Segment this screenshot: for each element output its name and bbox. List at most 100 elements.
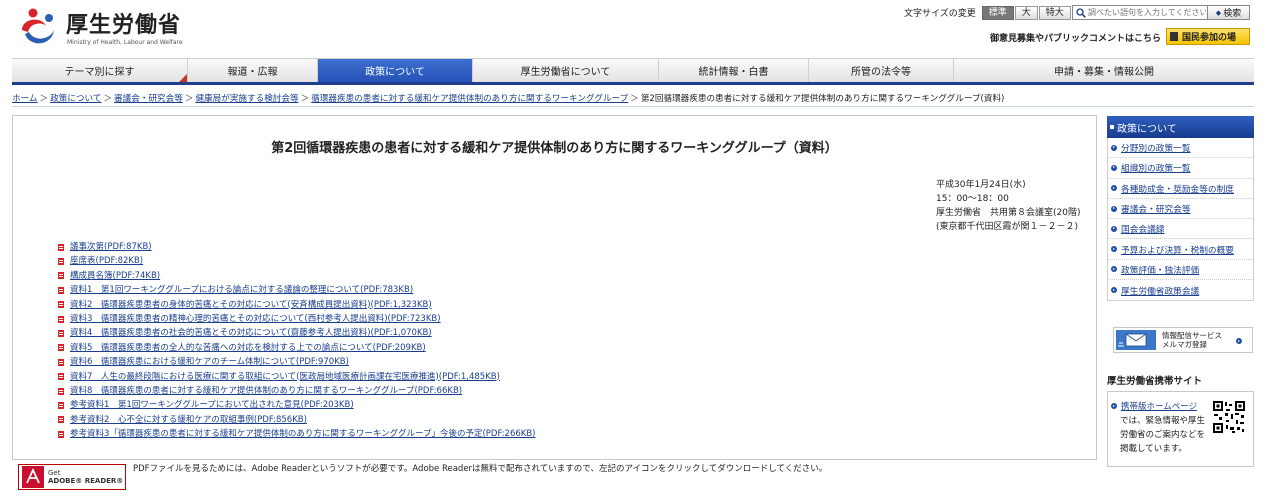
participate-label: 国民参加の場: [1182, 33, 1237, 43]
sidebar-item[interactable]: 分野別の政策一覧: [1108, 138, 1253, 159]
logo-title: 厚生労働省: [66, 12, 182, 38]
mobile-site-box: 携帯版ホームページ では、緊急情報や厚生労働省のご案内などを掲載しています。: [1107, 391, 1254, 467]
breadcrumb: ホーム ＞ 政策について ＞ 審議会・研究会等 ＞ 健康局が実施する検討会等 ＞…: [12, 91, 1254, 105]
nav-label: 政策について: [365, 67, 425, 78]
document-link[interactable]: 構成員名簿(PDF:74KB): [70, 269, 160, 283]
sidebar: 政策について 分野別の政策一覧 組織別の政策一覧 各種助成金・奨励金等の制度 審議会・…: [1107, 116, 1254, 302]
document-link[interactable]: 資料4 循環器疾患患者の社会的苦痛とその対応について(齋藤参考人提出資料)(PD…: [70, 326, 432, 340]
document-link[interactable]: 参考資料1 第1回ワーキンググループにおいて出された意見(PDF:203KB): [70, 398, 354, 412]
breadcrumb-link-home[interactable]: ホーム: [12, 92, 38, 104]
sidebar-header-label: 政策について: [1117, 123, 1177, 135]
arrow-bullet-icon: [1111, 403, 1117, 409]
nav-policy[interactable]: 政策について: [318, 59, 473, 82]
document-list-item: 資料5 循環器疾患患者の全人的な苦痛への対応を検討する上での論点について(PDF…: [58, 341, 536, 355]
mail-magazine-line1: 情報配信サービス: [1162, 331, 1222, 340]
document-list-item: 資料2 循環器疾患患者の身体的苦痛とその対応について(安斉構成員提出資料)(PD…: [58, 298, 536, 312]
document-link[interactable]: 参考資料2 心不全に対する緩和ケアの取組事例(PDF:856KB): [70, 413, 307, 427]
adobe-reader-text: Get ADOBE® READER®: [48, 469, 123, 485]
meeting-info: 平成30年1月24日(水) 15：00～18：00 厚生労働省 共用第８会議室(…: [936, 178, 1096, 234]
pdf-icon: [58, 430, 64, 438]
nav-applications[interactable]: 申請・募集・情報公開: [954, 59, 1254, 82]
mail-magazine-banner[interactable]: 情報配信サービス メルマガ登録: [1113, 327, 1253, 353]
nav-about[interactable]: 厚生労働省について: [473, 59, 659, 82]
document-list-item: 資料4 循環器疾患患者の社会的苦痛とその対応について(齋藤参考人提出資料)(PD…: [58, 326, 536, 340]
arrow-bullet-icon: [1111, 185, 1117, 192]
sidebar-item[interactable]: 政策評価・独法評価: [1108, 260, 1253, 281]
nav-theme[interactable]: テーマ別に探す: [12, 59, 188, 82]
site-header: 厚生労働省 Ministry of Health, Labour and Wel…: [0, 0, 1266, 56]
sidebar-header[interactable]: 政策について: [1107, 116, 1254, 138]
document-link[interactable]: 資料7 人生の最終段階における医療に関する取組について(医政局地域医療計画課在宅…: [70, 370, 500, 384]
mobile-site-title: 厚生労働省携帯サイト: [1107, 373, 1254, 392]
page-title: 第2回循環器疾患の患者に対する緩和ケア提供体制のあり方に関するワーキンググループ…: [271, 141, 838, 156]
document-list-item: 参考資料1 第1回ワーキンググループにおいて出された意見(PDF:203KB): [58, 398, 536, 412]
pdf-icon: [58, 344, 64, 352]
get-adobe-reader-button[interactable]: Get ADOBE® READER®: [18, 464, 126, 490]
nav-press[interactable]: 報道・広報: [188, 59, 318, 82]
font-size-standard-button[interactable]: 標準: [981, 5, 1014, 20]
breadcrumb-separator: ＞: [630, 94, 639, 104]
search-button[interactable]: ◆ 検索: [1208, 5, 1250, 20]
meeting-address: (東京都千代田区霞が関１－２－２): [936, 222, 1079, 232]
pdf-icon: [58, 330, 64, 338]
sidebar-item-label: 政策評価・独法評価: [1121, 265, 1200, 276]
mail-magazine-line2: メルマガ登録: [1162, 340, 1207, 349]
sidebar-item[interactable]: 厚生労働省政策会議: [1108, 280, 1253, 300]
breadcrumb-link-councils[interactable]: 審議会・研究会等: [114, 92, 183, 104]
arrow-bullet-icon: [1111, 287, 1117, 294]
participate-button[interactable]: 国民参加の場: [1166, 28, 1250, 45]
breadcrumb-link-policy[interactable]: 政策について: [50, 92, 101, 104]
search-icon: [1076, 8, 1086, 18]
pdf-icon: [58, 387, 64, 395]
site-logo[interactable]: 厚生労働省 Ministry of Health, Labour and Wel…: [16, 4, 216, 50]
adobe-reader-name: ADOBE® READER®: [48, 477, 124, 485]
document-link[interactable]: 資料3 循環器疾患患者の精神心理的苦痛とその対応について(西村参考人提出資料)(…: [70, 312, 441, 326]
public-comment-link[interactable]: 御意見募集やパブリックコメントはこちら: [990, 31, 1161, 44]
document-link[interactable]: 資料1 第1回ワーキンググループにおける論点に対する議論の整理について(PDF:…: [70, 283, 413, 297]
document-link[interactable]: 資料8 循環器疾患の患者に対する緩和ケア提供体制のあり方に関するワーキンググルー…: [70, 384, 462, 398]
breadcrumb-link-working-group[interactable]: 循環器疾患の患者に対する緩和ケア提供体制のあり方に関するワーキンググループ: [311, 92, 628, 104]
mobile-site-link[interactable]: 携帯版ホームページ: [1111, 400, 1197, 412]
qr-code-icon: [1212, 400, 1246, 434]
document-list-item: 議事次第(PDF:87KB): [58, 240, 536, 254]
nav-label: 所管の法令等: [851, 67, 911, 78]
nav-statistics[interactable]: 統計情報・白書: [659, 59, 809, 82]
font-size-xlarge-button[interactable]: 特大: [1038, 5, 1071, 20]
document-link[interactable]: 資料6 循環器疾患における緩和ケアのチーム体制について(PDF:970KB): [70, 355, 349, 369]
breadcrumb-divider: [12, 106, 1254, 107]
search-button-label: 検索: [1223, 9, 1242, 19]
font-size-switcher: 文字サイズの変更 標準 大 特大: [904, 5, 1072, 20]
pdf-icon: [58, 401, 64, 409]
search-input[interactable]: [1088, 6, 1206, 19]
sidebar-item[interactable]: 審議会・研究会等: [1108, 199, 1253, 220]
nav-label: 統計情報・白書: [698, 67, 769, 78]
document-link[interactable]: 資料2 循環器疾患患者の身体的苦痛とその対応について(安斉構成員提出資料)(PD…: [70, 298, 432, 312]
square-bullet-icon: [1110, 125, 1114, 129]
sidebar-item[interactable]: 組織別の政策一覧: [1108, 158, 1253, 179]
nav-laws[interactable]: 所管の法令等: [809, 59, 954, 82]
document-link[interactable]: 資料5 循環器疾患患者の全人的な苦痛への対応を検討する上での論点について(PDF…: [70, 341, 426, 355]
adobe-reader-get: Get: [48, 469, 61, 477]
document-link[interactable]: 座席表(PDF:82KB): [70, 254, 143, 268]
document-link[interactable]: 参考資料3「循環器疾患の患者に対する緩和ケア提供体制のあり方に関するワーキンググ…: [70, 427, 536, 441]
nav-label: 申請・募集・情報公開: [1054, 67, 1154, 78]
pdf-icon: [58, 272, 64, 280]
breadcrumb-link-health-bureau[interactable]: 健康局が実施する検討会等: [195, 92, 298, 104]
font-size-large-button[interactable]: 大: [1014, 5, 1038, 20]
nav-label: 厚生労働省について: [520, 67, 611, 78]
pdf-icon: [58, 258, 64, 266]
search-box: [1072, 5, 1208, 20]
breadcrumb-separator: ＞: [184, 94, 194, 104]
breadcrumb-separator: ＞: [103, 94, 113, 104]
pdf-icon: [58, 358, 64, 366]
document-link[interactable]: 議事次第(PDF:87KB): [70, 240, 152, 254]
arrow-right-icon: ◆: [1215, 8, 1222, 17]
adobe-reader-icon: [22, 466, 44, 488]
breadcrumb-separator: ＞: [300, 94, 310, 104]
sidebar-item[interactable]: 国会会議録: [1108, 219, 1253, 240]
sidebar-item-label: 国会会議録: [1121, 225, 1165, 236]
meeting-date: 平成30年1月24日(水): [936, 180, 1026, 190]
sidebar-item[interactable]: 各種助成金・奨励金等の制度: [1108, 179, 1253, 199]
document-list-item: 構成員名簿(PDF:74KB): [58, 269, 536, 283]
sidebar-item[interactable]: 予算および決算・税制の概要: [1108, 239, 1253, 260]
